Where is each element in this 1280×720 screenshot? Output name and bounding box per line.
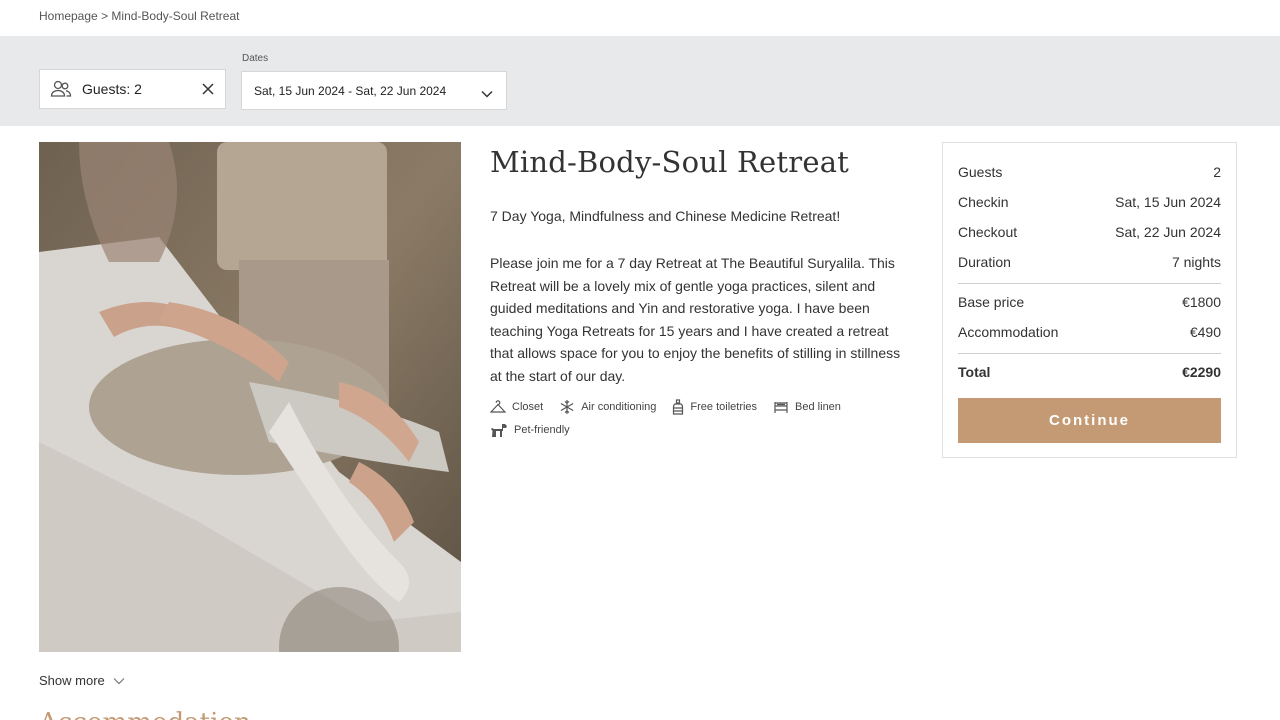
breadcrumb: Homepage > Mind-Body-Soul Retreat	[39, 9, 239, 23]
amenity-label: Bed linen	[795, 401, 841, 413]
summary-value: Sat, 22 Jun 2024	[1115, 224, 1221, 240]
summary-guests-row: Guests 2	[958, 157, 1221, 187]
breadcrumb-current: Mind-Body-Soul Retreat	[111, 9, 240, 23]
amenity-label: Closet	[512, 401, 544, 413]
dates-selector[interactable]: Sat, 15 Jun 2024 - Sat, 22 Jun 2024	[241, 71, 507, 110]
amenity-bed-linen: Bed linen	[773, 398, 841, 416]
amenity-label: Pet-friendly	[514, 424, 570, 436]
bottle-icon	[673, 399, 684, 415]
breadcrumb-home-link[interactable]: Homepage	[39, 9, 98, 23]
breadcrumb-separator: >	[101, 9, 109, 23]
dates-value: Sat, 15 Jun 2024 - Sat, 22 Jun 2024	[254, 83, 447, 98]
summary-label: Guests	[958, 164, 1003, 180]
snowflake-icon	[560, 400, 574, 414]
chevron-down-icon	[480, 86, 494, 98]
continue-button[interactable]: Continue	[958, 398, 1221, 443]
summary-label: Total	[958, 364, 991, 380]
page-title: Mind-Body-Soul Retreat	[490, 145, 850, 179]
summary-value: €2290	[1182, 364, 1221, 380]
summary-label: Accommodation	[958, 324, 1059, 340]
amenity-label: Air conditioning	[581, 401, 657, 413]
retreat-subtitle: 7 Day Yoga, Mindfulness and Chinese Medi…	[490, 208, 841, 224]
summary-value: €1800	[1182, 294, 1221, 310]
booking-summary: Guests 2 Checkin Sat, 15 Jun 2024 Checko…	[942, 142, 1237, 458]
summary-checkout-row: Checkout Sat, 22 Jun 2024	[958, 217, 1221, 247]
retreat-description: Please join me for a 7 day Retreat at Th…	[490, 255, 901, 384]
summary-accommodation-row: Accommodation €490	[958, 317, 1221, 347]
dates-label: Dates	[242, 53, 269, 64]
summary-value: €490	[1189, 324, 1221, 340]
summary-total-row: Total €2290	[958, 357, 1221, 387]
amenity-closet: Closet	[490, 398, 543, 416]
chevron-down-icon	[113, 677, 125, 684]
summary-value: 2	[1213, 164, 1221, 180]
close-icon[interactable]	[201, 82, 215, 96]
summary-checkin-row: Checkin Sat, 15 Jun 2024	[958, 187, 1221, 217]
summary-divider	[958, 283, 1221, 284]
summary-duration-row: Duration 7 nights	[958, 247, 1221, 277]
summary-label: Checkout	[958, 224, 1018, 240]
summary-base-price-row: Base price €1800	[958, 287, 1221, 317]
amenity-pet-friendly: Pet-friendly	[490, 421, 570, 439]
amenity-air-conditioning: Air conditioning	[559, 398, 656, 416]
retreat-image	[39, 142, 461, 652]
show-more-label: Show more	[39, 673, 105, 688]
bed-icon	[774, 402, 788, 413]
summary-label: Checkin	[958, 194, 1009, 210]
users-icon	[50, 80, 72, 98]
amenities-list: Closet Air conditioning Free toiletries …	[490, 398, 910, 439]
guests-label: Guests: 2	[82, 81, 142, 97]
filter-bar: Guests: 2 Dates Sat, 15 Jun 2024 - Sat, …	[0, 36, 1280, 126]
summary-label: Duration	[958, 254, 1011, 270]
section-heading-accommodation: Accommodation	[39, 708, 251, 720]
summary-label: Base price	[958, 294, 1025, 310]
summary-divider	[958, 353, 1221, 354]
hanger-icon	[490, 400, 506, 413]
amenity-label: Free toiletries	[690, 401, 758, 413]
dog-icon	[491, 424, 507, 437]
amenity-free-toiletries: Free toiletries	[672, 398, 757, 416]
show-more-button[interactable]: Show more	[39, 673, 125, 688]
guests-selector[interactable]: Guests: 2	[39, 69, 226, 109]
summary-value: Sat, 15 Jun 2024	[1115, 194, 1221, 210]
summary-value: 7 nights	[1171, 254, 1221, 270]
